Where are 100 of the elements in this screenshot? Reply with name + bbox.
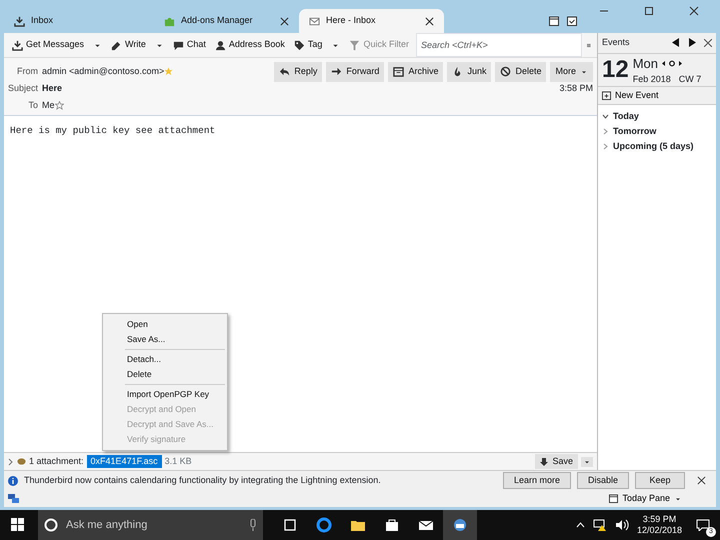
toolbar-button[interactable]: Chat <box>170 36 208 54</box>
notification-button[interactable]: Learn more <box>502 472 571 490</box>
next-button[interactable] <box>688 36 696 50</box>
action-button[interactable]: Archive <box>388 62 444 82</box>
toolbar-button[interactable]: Tag <box>292 36 324 54</box>
close-icon <box>697 476 706 485</box>
subject-text: Here <box>42 82 62 94</box>
close-icon <box>425 16 434 26</box>
sender-address: admin <admin@contoso.com> <box>42 65 164 78</box>
taskbar-app-button[interactable] <box>443 510 477 540</box>
event-group[interactable]: Today <box>598 109 716 124</box>
taskbar-search-field[interactable]: Ask me anything <box>38 510 263 540</box>
tab[interactable]: Inbox <box>4 9 154 33</box>
speaker-icon <box>614 519 629 531</box>
attachment-size: 3.1 KB <box>164 454 192 468</box>
event-group[interactable]: Upcoming (5 days) <box>598 139 716 154</box>
to-label: To <box>27 99 38 112</box>
attachment-count: 1 attachment: <box>29 454 84 468</box>
search-field[interactable]: Search <Ctrl+K> <box>416 33 582 57</box>
calendar-icon <box>609 494 618 503</box>
filter-icon <box>349 40 360 50</box>
day-navigation-icon <box>662 60 682 67</box>
network-icon <box>592 519 607 531</box>
event-group[interactable]: Tomorrow <box>598 124 716 139</box>
info-icon <box>8 476 18 486</box>
close-icon <box>688 6 698 16</box>
mail-client-icon <box>452 517 468 533</box>
download-icon <box>540 458 548 466</box>
clock-date: 12/02/2018 <box>636 525 682 536</box>
notification-text: Thunderbird now contains calendaring functionality by integrating the Lightning extension. <box>24 474 382 487</box>
today-pane-button[interactable]: Today Pane <box>603 490 688 506</box>
subject-label: Subject <box>8 82 38 95</box>
microphone-icon <box>249 519 257 531</box>
chat-icon <box>172 40 184 50</box>
store-icon <box>384 517 400 533</box>
weekday: Mon <box>632 54 658 72</box>
star-icon <box>164 67 174 76</box>
day-number: 12 <box>602 58 629 82</box>
action-button[interactable]: Reply <box>274 62 322 82</box>
from-label: From <box>16 65 38 78</box>
week-number: CW 7 <box>678 73 702 86</box>
notification-icon <box>696 518 710 531</box>
download-icon <box>12 40 23 50</box>
dropdown-button[interactable] <box>581 456 593 466</box>
prohibited-icon <box>500 66 512 78</box>
action-button[interactable]: Forward <box>326 62 384 82</box>
new-event-button[interactable]: New Event <box>598 87 716 105</box>
pencil-icon <box>111 40 122 50</box>
previous-icon <box>672 38 680 48</box>
calendar-icon <box>549 16 559 26</box>
maximize-icon <box>644 6 654 16</box>
attachment-filename[interactable]: 0xF41E471F.asc <box>86 454 162 468</box>
notification-button[interactable]: Keep <box>635 472 685 490</box>
expand-icon <box>602 143 609 150</box>
recipient: Me <box>42 99 55 112</box>
puzzle-icon <box>164 16 175 26</box>
pane-title: Events <box>602 36 631 50</box>
tab[interactable]: Add-ons Manager <box>154 9 299 33</box>
envelope-icon <box>309 16 320 26</box>
task-view-icon <box>282 517 298 533</box>
toolbar-button[interactable]: Get Messages <box>10 36 86 54</box>
network-icon <box>8 494 19 504</box>
archive-icon <box>393 66 404 78</box>
month-year: Feb 2018 <box>632 73 671 86</box>
toolbar-button[interactable]: Address Book <box>212 36 287 54</box>
clock-time: 3:59 PM <box>642 514 676 525</box>
action-button[interactable]: Junk <box>447 62 492 82</box>
tag-icon <box>294 40 305 50</box>
close-icon <box>280 16 289 26</box>
menu-item[interactable]: Import OpenPGP Key <box>103 387 227 402</box>
action-button[interactable]: More <box>550 62 593 82</box>
tab[interactable]: Here - Inbox <box>299 9 444 33</box>
collapse-icon <box>602 113 609 120</box>
reply-icon <box>279 66 290 78</box>
action-button[interactable]: Delete <box>495 62 546 82</box>
cortana-icon <box>44 518 58 532</box>
menu-item[interactable]: Detach... <box>103 352 227 367</box>
save-button[interactable]: Save <box>535 454 578 470</box>
star-icon <box>54 101 64 110</box>
task-icon <box>567 16 577 26</box>
previous-button[interactable] <box>672 36 680 50</box>
windows-icon <box>10 518 24 532</box>
notification-button[interactable]: Disable <box>576 472 629 490</box>
chevron-up-icon <box>576 522 585 528</box>
toolbar-button[interactable]: Write <box>109 36 148 54</box>
download-icon <box>14 16 25 26</box>
message-body: Here is my public key see attachment <box>10 124 216 138</box>
close-icon <box>704 38 712 47</box>
calendar-add-icon <box>602 91 611 100</box>
close-button[interactable] <box>704 36 712 50</box>
expand-icon <box>602 128 609 135</box>
message-time: 3:58 PM <box>559 82 593 94</box>
menu-item[interactable]: Delete <box>103 367 227 382</box>
person-icon <box>214 40 226 50</box>
browser-icon <box>316 517 332 533</box>
menu-item[interactable]: Save As... <box>103 332 227 347</box>
next-icon <box>688 38 696 48</box>
expand-icon <box>8 458 14 466</box>
arrow-icon <box>331 66 342 78</box>
menu-item[interactable]: Open <box>103 317 227 332</box>
